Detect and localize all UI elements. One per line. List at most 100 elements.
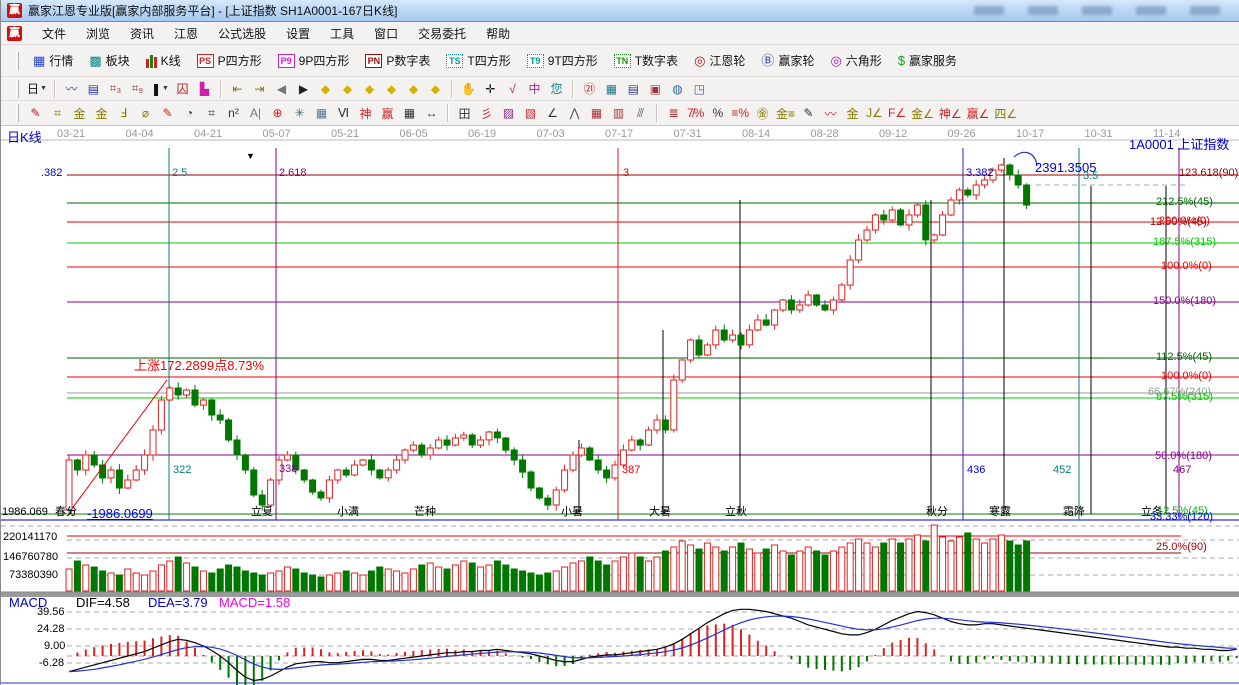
- draw-tool-icon-25[interactable]: ⋀: [564, 103, 585, 123]
- view-tool-icon-25[interactable]: 您: [546, 79, 567, 99]
- menu-item-资讯[interactable]: 资讯: [120, 22, 164, 45]
- toolbar-button-P四方形[interactable]: PSP四方形: [190, 49, 269, 72]
- draw-tool-icon-34[interactable]: ㊎: [752, 103, 773, 123]
- view-tool-icon-13[interactable]: ▶: [293, 79, 314, 99]
- menu-item-公式选股[interactable]: 公式选股: [208, 22, 276, 45]
- draw-tool-icon-15[interactable]: 神: [355, 103, 376, 123]
- toolbar-grip[interactable]: [16, 80, 19, 98]
- draw-tool-icon-20[interactable]: 田: [454, 103, 475, 123]
- draw-tool-icon-4[interactable]: Ⅎ: [113, 103, 134, 123]
- toolbar-button-六角形[interactable]: ◎六角形: [823, 49, 888, 72]
- draw-tool-icon-40[interactable]: F∠: [886, 103, 908, 123]
- draw-tool-icon-33[interactable]: ≡%: [729, 103, 751, 123]
- draw-tool-icon-10[interactable]: A|: [245, 103, 266, 123]
- view-tool-icon-3[interactable]: ▤: [83, 79, 104, 99]
- draw-tool-icon-26[interactable]: ▦: [586, 103, 607, 123]
- draw-tool-icon-43[interactable]: 赢∠: [965, 103, 992, 123]
- view-tool-icon-23[interactable]: √: [502, 79, 523, 99]
- draw-tool-icon-1[interactable]: ⌗: [47, 103, 68, 123]
- draw-tool-icon-30[interactable]: ≣: [663, 103, 684, 123]
- draw-tool-icon-24[interactable]: ∠: [542, 103, 563, 123]
- draw-tool-icon-41[interactable]: 金∠: [909, 103, 936, 123]
- view-tool-icon-15[interactable]: ◆: [337, 79, 358, 99]
- toolbar-button-9P四方形[interactable]: P99P四方形: [271, 49, 357, 72]
- draw-tool-icon-17[interactable]: ▦: [399, 103, 420, 123]
- draw-tool-icon-0[interactable]: ✎: [25, 103, 46, 123]
- draw-tool-icon-13[interactable]: ▦: [311, 103, 332, 123]
- menu-item-交易委托[interactable]: 交易委托: [408, 22, 476, 45]
- draw-tool-icon-21[interactable]: 彡: [476, 103, 497, 123]
- menu-item-浏览[interactable]: 浏览: [76, 22, 120, 45]
- toolbar-button-T数字表[interactable]: TNT数字表: [607, 49, 685, 72]
- view-tool-icon-4[interactable]: ⌗₃: [105, 79, 126, 99]
- view-tool-icon-2[interactable]: 〰: [61, 79, 82, 99]
- draw-tool-icon-23[interactable]: ▧: [520, 103, 541, 123]
- toolbar-button-行情[interactable]: ▦行情: [26, 49, 80, 72]
- draw-tool-icon-31[interactable]: 7̸%: [685, 103, 706, 123]
- toolbar-button-P数字表[interactable]: PNP数字表: [358, 49, 437, 72]
- toolbar-button-T四方形[interactable]: TST四方形: [439, 49, 517, 72]
- view-tool-icon-30[interactable]: ▣: [645, 79, 666, 99]
- view-tool-icon-29[interactable]: ▤: [623, 79, 644, 99]
- toolbar-button-赢家轮[interactable]: Ⓑ赢家轮: [754, 49, 821, 72]
- view-tool-icon-8[interactable]: ▙: [194, 79, 215, 99]
- chart-area[interactable]: 03-2104-0404-2105-0705-2106-0506-1907-03…: [1, 126, 1239, 685]
- draw-tool-icon-38[interactable]: 金: [842, 103, 863, 123]
- draw-tool-icon-9[interactable]: n²: [223, 103, 244, 123]
- draw-tool-icon-6[interactable]: ✎: [157, 103, 178, 123]
- draw-tool-icon-16[interactable]: 赢: [377, 103, 398, 123]
- toolbar-grip[interactable]: [16, 104, 19, 122]
- view-tool-icon-14[interactable]: ◆: [315, 79, 336, 99]
- toolbar-button-赢家服务[interactable]: $赢家服务: [891, 49, 964, 72]
- view-tool-icon-11[interactable]: ⇥: [249, 79, 270, 99]
- view-tool-icon-17[interactable]: ◆: [381, 79, 402, 99]
- menu-item-帮助[interactable]: 帮助: [476, 22, 520, 45]
- view-tool-icon-32[interactable]: ◳: [689, 79, 710, 99]
- draw-tool-icon-18[interactable]: ↔: [421, 103, 442, 123]
- view-tool-icon-27[interactable]: ㉑: [579, 79, 600, 99]
- menu-item-江恩[interactable]: 江恩: [164, 22, 208, 45]
- toolbar-button-K线[interactable]: K线: [139, 49, 188, 72]
- view-tool-icon-16[interactable]: ◆: [359, 79, 380, 99]
- menu-item-窗口[interactable]: 窗口: [364, 22, 408, 45]
- toolbar-button-9T四方形[interactable]: T99T四方形: [520, 49, 605, 72]
- draw-tool-icon-8[interactable]: ⌗: [201, 103, 222, 123]
- draw-tool-icon-22[interactable]: ▨: [498, 103, 519, 123]
- draw-tool-icon-14[interactable]: Ⅵ: [333, 103, 354, 123]
- toolbar-button-江恩轮[interactable]: ◎江恩轮: [687, 49, 752, 72]
- macd-dif-line: [69, 609, 1237, 680]
- draw-tool-icon-3[interactable]: 金: [91, 103, 112, 123]
- menu-item-文件[interactable]: 文件: [32, 22, 76, 45]
- draw-tool-icon-28[interactable]: ⫻: [630, 103, 651, 123]
- view-tool-icon-19[interactable]: ◆: [425, 79, 446, 99]
- draw-tool-icon-35[interactable]: 金≡: [774, 103, 797, 123]
- menu-item-设置[interactable]: 设置: [276, 22, 320, 45]
- view-tool-icon-12[interactable]: ◀: [271, 79, 292, 99]
- view-tool-icon-10[interactable]: ⇤: [227, 79, 248, 99]
- view-tool-icon-31[interactable]: ◍: [667, 79, 688, 99]
- draw-tool-icon-32[interactable]: %: [707, 103, 728, 123]
- view-tool-icon-22[interactable]: ✛: [480, 79, 501, 99]
- draw-tool-icon-5[interactable]: ⌀: [135, 103, 156, 123]
- draw-tool-icon-27[interactable]: ▥: [608, 103, 629, 123]
- view-tool-icon-0[interactable]: 日▼: [25, 79, 49, 99]
- draw-tool-icon-42[interactable]: 神∠: [937, 103, 964, 123]
- draw-tool-icon-44[interactable]: 四∠: [992, 103, 1019, 123]
- menu-item-工具[interactable]: 工具: [320, 22, 364, 45]
- draw-tool-icon-11[interactable]: ⊕: [267, 103, 288, 123]
- draw-tool-icon-36[interactable]: ✎: [798, 103, 819, 123]
- draw-tool-icon-37[interactable]: 〰: [820, 103, 841, 123]
- toolbar-grip[interactable]: [16, 52, 19, 70]
- draw-tool-icon-39[interactable]: J∠: [864, 103, 885, 123]
- view-tool-icon-21[interactable]: ✋: [458, 79, 479, 99]
- draw-tool-icon-7[interactable]: ◔: [179, 103, 200, 123]
- view-tool-icon-18[interactable]: ◆: [403, 79, 424, 99]
- view-tool-icon-7[interactable]: 囚: [172, 79, 193, 99]
- draw-tool-icon-12[interactable]: ✳: [289, 103, 310, 123]
- draw-tool-icon-2[interactable]: 金: [69, 103, 90, 123]
- view-tool-icon-28[interactable]: ▦: [601, 79, 622, 99]
- toolbar-button-板块[interactable]: ▩板块: [82, 49, 136, 72]
- view-tool-icon-5[interactable]: ⌗₉: [127, 79, 148, 99]
- view-tool-icon-6[interactable]: ❚▼: [149, 79, 171, 99]
- view-tool-icon-24[interactable]: 中: [524, 79, 545, 99]
